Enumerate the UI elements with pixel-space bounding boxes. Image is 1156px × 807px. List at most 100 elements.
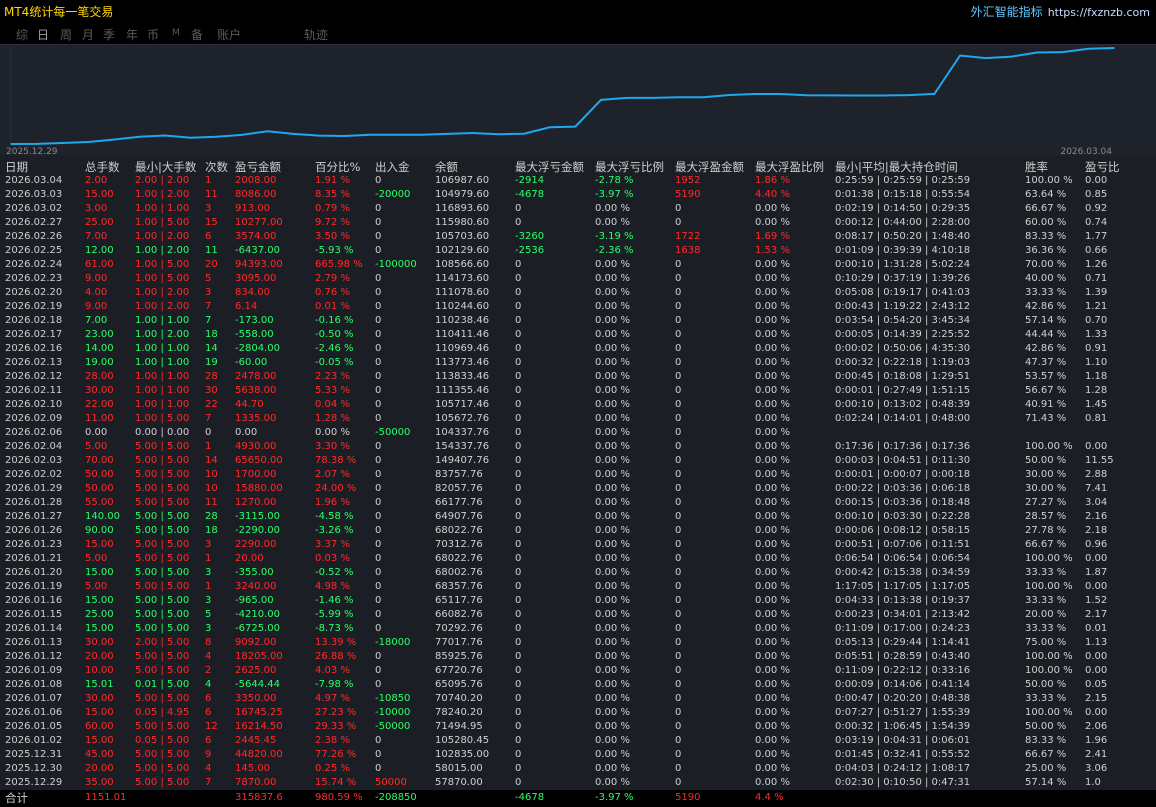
tab-ri[interactable]: 日 bbox=[37, 26, 49, 43]
table-cell: -4210.00 bbox=[235, 609, 280, 620]
table-row[interactable]: 2025.12.31 45.00 5.00 | 5.00 9 44820.00 77.26… bbox=[0, 748, 1156, 762]
table-cell: 47.37 % bbox=[1025, 357, 1067, 368]
table-row[interactable]: 2026.03.03 15.00 1.00 | 2.00 11 8086.00 8.35 … bbox=[0, 188, 1156, 202]
table-row[interactable]: 2026.01.09 10.00 5.00 | 5.00 2 2625.00 4.03 %… bbox=[0, 664, 1156, 678]
table-row[interactable]: 2026.02.03 70.00 5.00 | 5.00 14 65650.00 78.3… bbox=[0, 454, 1156, 468]
table-cell: 0.00 % bbox=[595, 441, 630, 452]
column-header[interactable]: 最小|平均|最大持仓时间 bbox=[835, 160, 958, 174]
table-row[interactable]: 2026.01.26 90.00 5.00 | 5.00 18 -2290.00 -3.2… bbox=[0, 524, 1156, 538]
column-header[interactable]: 盈亏金额 bbox=[235, 160, 281, 174]
tab-nian[interactable]: 年 bbox=[126, 26, 138, 43]
table-cell: 1270.00 bbox=[235, 497, 277, 508]
table-row[interactable]: 2026.01.08 15.01 0.01 | 5.00 4 -5644.44 -7.98… bbox=[0, 678, 1156, 692]
table-cell: 5.00 | 5.00 bbox=[135, 539, 190, 550]
table-cell: 14 bbox=[205, 455, 218, 466]
column-header[interactable]: 日期 bbox=[5, 160, 28, 174]
table-row[interactable]: 2026.02.26 7.00 1.00 | 2.00 6 3574.00 3.50 % 0… bbox=[0, 230, 1156, 244]
table-row[interactable]: 2025.12.30 20.00 5.00 | 5.00 4 145.00 0.25 % 0… bbox=[0, 762, 1156, 776]
table-row[interactable]: 2026.02.09 11.00 1.00 | 5.00 7 1335.00 1.28 %… bbox=[0, 412, 1156, 426]
tab-zong[interactable]: 综 bbox=[16, 26, 28, 43]
table-row[interactable]: 2026.01.19 5.00 5.00 | 5.00 1 3240.00 4.98 % 0… bbox=[0, 580, 1156, 594]
tab-guiji[interactable]: 轨迹 bbox=[304, 26, 328, 43]
tab-bei[interactable]: 备 bbox=[191, 26, 203, 43]
table-row[interactable]: 2025.12.29 35.00 5.00 | 5.00 7 7870.00 15.74 … bbox=[0, 776, 1156, 790]
table-row[interactable]: 2026.03.04 2.00 2.00 | 2.00 1 2008.00 1.91 % 0… bbox=[0, 174, 1156, 188]
table-row[interactable]: 2026.01.15 25.00 5.00 | 5.00 5 -4210.00 -5.99… bbox=[0, 608, 1156, 622]
table-cell: 2026.02.19 bbox=[5, 301, 63, 312]
column-header[interactable]: 胜率 bbox=[1025, 160, 1048, 174]
table-row[interactable]: 2026.01.23 15.00 5.00 | 5.00 3 2290.00 3.37 %… bbox=[0, 538, 1156, 552]
table-cell: 0.05 | 5.00 bbox=[135, 735, 190, 746]
table-row[interactable]: 2026.02.06 0.00 0.00 | 0.00 0 0.00 0.00 % -500… bbox=[0, 426, 1156, 440]
table-cell: 0.00 bbox=[1085, 175, 1108, 186]
column-header[interactable]: 总手数 bbox=[85, 160, 120, 174]
table-cell: -0.16 % bbox=[315, 315, 354, 326]
table-cell: 1.52 bbox=[1085, 595, 1108, 606]
table-cell: 0.00 % bbox=[595, 777, 630, 788]
table-cell: -0.50 % bbox=[315, 329, 354, 340]
table-cell: 44820.00 bbox=[235, 749, 283, 760]
table-cell: -2914 bbox=[515, 175, 545, 186]
table-row[interactable]: 2026.02.16 14.00 1.00 | 1.00 14 -2804.00 -2.4… bbox=[0, 342, 1156, 356]
table-cell: 0:00:32 | 0:22:18 | 1:19:03 bbox=[835, 357, 971, 368]
table-cell: 0.91 bbox=[1085, 343, 1108, 354]
tab-ji[interactable]: 季 bbox=[103, 26, 115, 43]
table-row[interactable]: 2026.01.27 140.00 5.00 | 5.00 28 -3115.00 -4.… bbox=[0, 510, 1156, 524]
table-row[interactable]: 2026.02.13 19.00 1.00 | 1.00 19 -60.00 -0.05 … bbox=[0, 356, 1156, 370]
table-row[interactable]: 2026.01.12 20.00 5.00 | 5.00 4 18205.00 26.88… bbox=[0, 650, 1156, 664]
column-header[interactable]: 最大浮亏金额 bbox=[515, 160, 584, 174]
table-cell: 0 bbox=[675, 357, 682, 368]
table-row[interactable]: 2026.02.12 28.00 1.00 | 1.00 28 2478.00 2.23 … bbox=[0, 370, 1156, 384]
table-cell: 0.00 % bbox=[595, 623, 630, 634]
table-row[interactable]: 2026.01.16 15.00 5.00 | 5.00 3 -965.00 -1.46 … bbox=[0, 594, 1156, 608]
table-row[interactable]: 2026.01.05 60.00 5.00 | 5.00 12 16214.50 29.3… bbox=[0, 720, 1156, 734]
tab-zhou[interactable]: 周 bbox=[60, 26, 72, 43]
table-cell: 42.86 % bbox=[1025, 301, 1067, 312]
table-row[interactable]: 2026.02.24 61.00 1.00 | 5.00 20 94393.00 665.… bbox=[0, 258, 1156, 272]
table-row[interactable]: 2026.02.04 5.00 5.00 | 5.00 1 4930.00 3.30 % 0… bbox=[0, 440, 1156, 454]
table-row[interactable]: 2026.02.23 9.00 1.00 | 5.00 5 3095.00 2.79 % 0… bbox=[0, 272, 1156, 286]
tab-m[interactable]: M bbox=[172, 28, 180, 38]
table-row[interactable]: 2026.01.21 5.00 5.00 | 5.00 1 20.00 0.03 % 0 68… bbox=[0, 552, 1156, 566]
table-cell: 2026.02.18 bbox=[5, 315, 63, 326]
table-row[interactable]: 2026.02.20 4.00 1.00 | 2.00 3 834.00 0.76 % 0 1… bbox=[0, 286, 1156, 300]
table-row[interactable]: 2026.01.29 50.00 5.00 | 5.00 10 15880.00 24.0… bbox=[0, 482, 1156, 496]
tab-yue[interactable]: 月 bbox=[82, 26, 94, 43]
column-header[interactable]: 最大浮亏比例 bbox=[595, 160, 664, 174]
column-header[interactable]: 盈亏比 bbox=[1085, 160, 1120, 174]
brand-url[interactable]: https://fxznzb.com bbox=[1048, 6, 1150, 19]
table-row[interactable]: 2026.02.11 30.00 1.00 | 1.00 30 5638.00 5.33 … bbox=[0, 384, 1156, 398]
tab-zhanghu[interactable]: 账户 bbox=[217, 26, 241, 43]
table-row[interactable]: 2026.03.02 3.00 1.00 | 1.00 3 913.00 0.79 % 0 1… bbox=[0, 202, 1156, 216]
table-row[interactable]: 2026.01.06 15.00 0.05 | 4.95 6 16745.25 27.23… bbox=[0, 706, 1156, 720]
column-header[interactable]: 百分比% bbox=[315, 160, 360, 174]
column-header[interactable]: 最大浮盈金额 bbox=[675, 160, 744, 174]
table-row[interactable]: 2026.02.17 23.00 1.00 | 2.00 18 -558.00 -0.50… bbox=[0, 328, 1156, 342]
table-cell: 0 bbox=[515, 217, 522, 228]
table-row[interactable]: 2026.01.14 15.00 5.00 | 5.00 3 -6725.00 -8.73… bbox=[0, 622, 1156, 636]
table-row[interactable]: 2026.01.13 30.00 2.00 | 5.00 8 9092.00 13.39 … bbox=[0, 636, 1156, 650]
column-header[interactable]: 出入金 bbox=[375, 160, 410, 174]
table-row[interactable]: 2026.01.28 55.00 5.00 | 5.00 11 1270.00 1.96 … bbox=[0, 496, 1156, 510]
column-header[interactable]: 次数 bbox=[205, 160, 228, 174]
column-header[interactable]: 最小|大手数 bbox=[135, 160, 196, 174]
table-cell: -10000 bbox=[375, 707, 411, 718]
table-cell: 1.00 | 1.00 bbox=[135, 203, 190, 214]
table-row[interactable]: 2026.01.02 15.00 0.05 | 5.00 6 2445.45 2.38 %… bbox=[0, 734, 1156, 748]
column-header[interactable]: 余额 bbox=[435, 160, 458, 174]
table-row[interactable]: 2026.02.27 25.00 1.00 | 5.00 15 10277.00 9.72… bbox=[0, 216, 1156, 230]
table-cell: 0 bbox=[515, 441, 522, 452]
table-row[interactable]: 2026.02.25 12.00 1.00 | 2.00 11 -6437.00 -5.9… bbox=[0, 244, 1156, 258]
table-cell: 0.00 % bbox=[755, 721, 790, 732]
table-row[interactable]: 2026.01.07 30.00 5.00 | 5.00 6 3350.00 4.97 %… bbox=[0, 692, 1156, 706]
table-row[interactable]: 2026.02.10 22.00 1.00 | 1.00 22 44.70 0.04 % 0… bbox=[0, 398, 1156, 412]
tab-bi[interactable]: 币 bbox=[147, 26, 159, 43]
table-cell: 78240.20 bbox=[435, 707, 483, 718]
table-cell: 9.00 bbox=[85, 301, 108, 312]
column-header[interactable]: 最大浮盈比例 bbox=[755, 160, 824, 174]
table-row[interactable]: 2026.01.20 15.00 5.00 | 5.00 3 -355.00 -0.52 … bbox=[0, 566, 1156, 580]
table-row[interactable]: 2026.02.19 9.00 1.00 | 2.00 7 6.14 0.01 % 0 110… bbox=[0, 300, 1156, 314]
table-row[interactable]: 2026.02.18 7.00 1.00 | 1.00 7 -173.00 -0.16 %… bbox=[0, 314, 1156, 328]
table-row[interactable]: 2026.02.02 50.00 5.00 | 5.00 10 1700.00 2.07 … bbox=[0, 468, 1156, 482]
table-cell: 2026.02.13 bbox=[5, 357, 63, 368]
